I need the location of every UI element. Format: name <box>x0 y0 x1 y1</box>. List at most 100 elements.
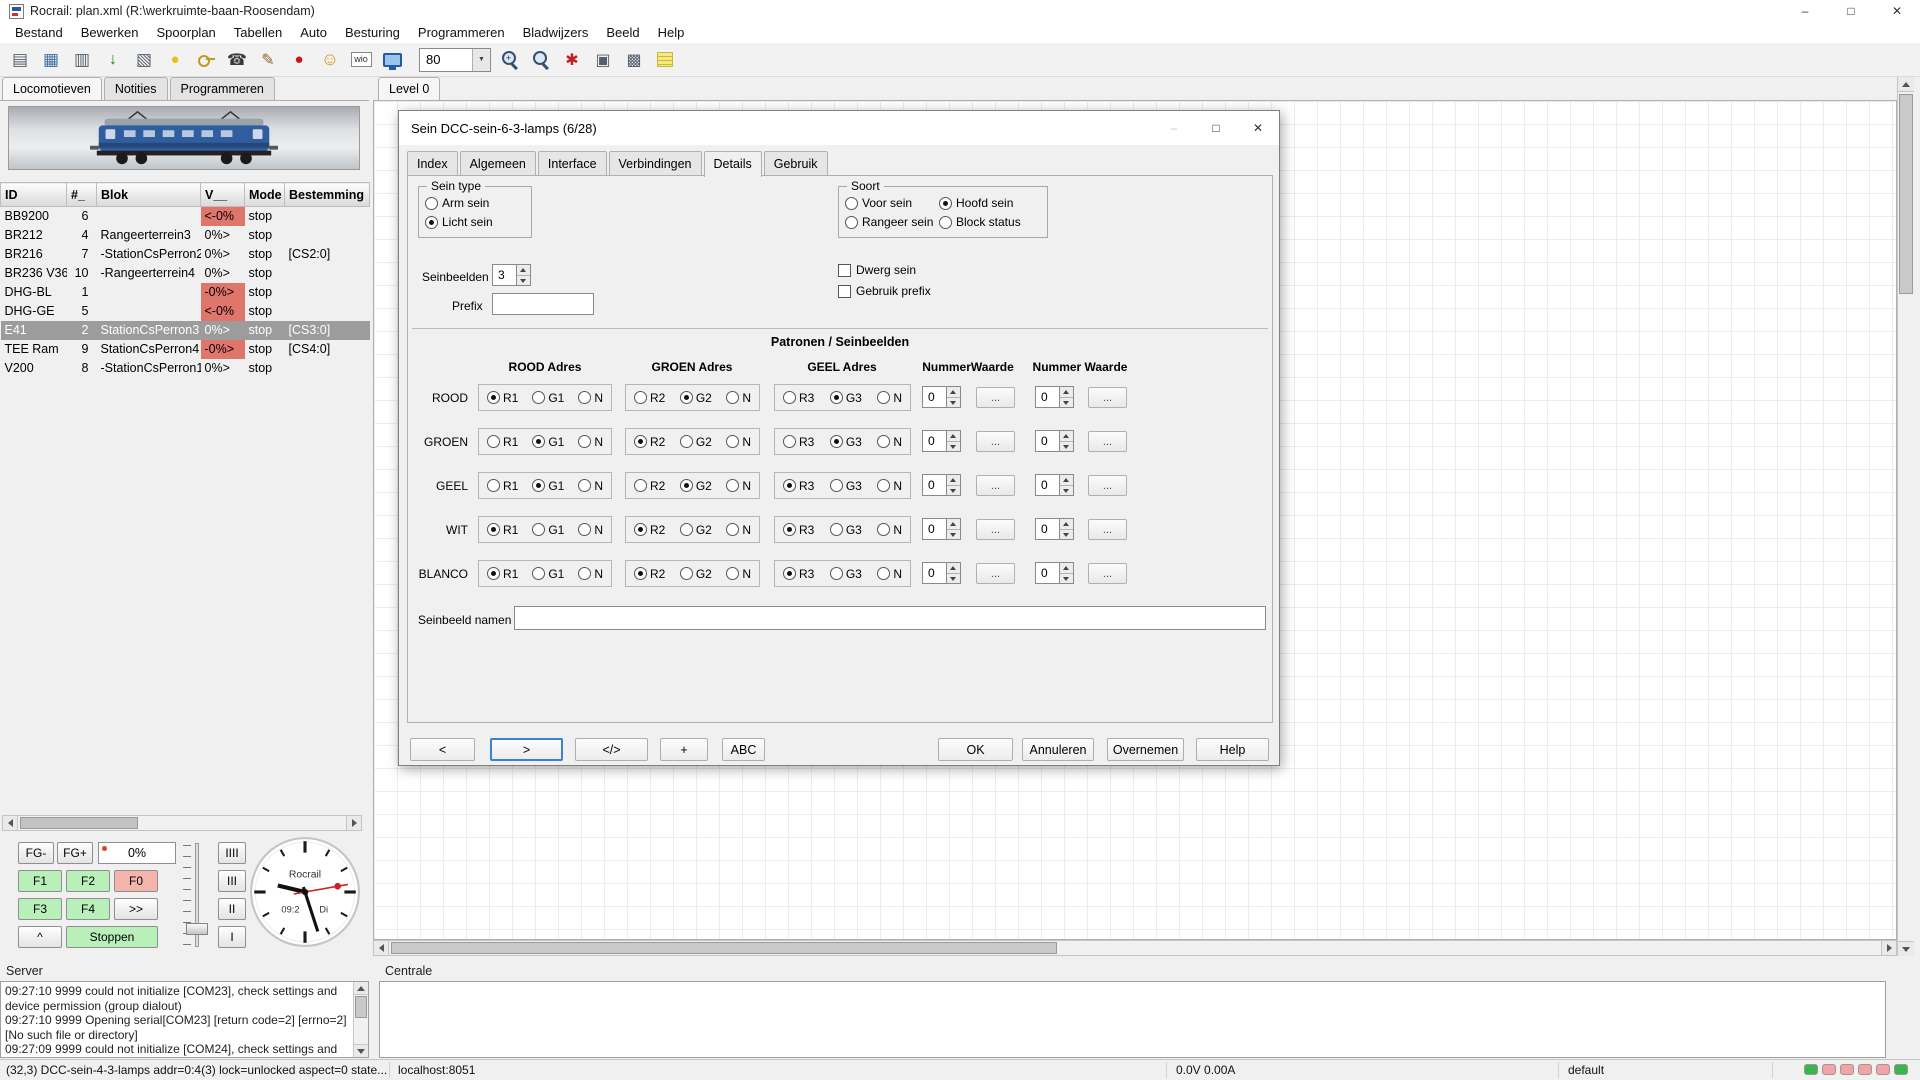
minimize-icon[interactable]: – <box>1782 0 1828 22</box>
radio-geel-r3[interactable]: R3 <box>783 479 814 493</box>
spin-down-icon[interactable] <box>947 573 960 584</box>
radio-voor-sein[interactable]: Voor sein <box>845 195 937 211</box>
dialog-tab-details[interactable]: Details <box>704 151 762 177</box>
dialog-tab-verbindingen[interactable]: Verbindingen <box>609 151 702 176</box>
loco-row-br216[interactable]: BR2167-StationCsPerron20%>stop[CS2:0] <box>1 245 370 264</box>
spin-down-icon[interactable] <box>947 397 960 408</box>
spin-up-icon[interactable] <box>947 387 960 397</box>
toolbar-phone-icon[interactable]: ☎ <box>225 48 249 72</box>
more-button-1[interactable]: ... <box>976 475 1015 496</box>
prefix-input[interactable] <box>492 293 594 315</box>
radio-block-status[interactable]: Block status <box>939 214 1047 230</box>
scroll-right-icon[interactable] <box>346 816 361 830</box>
nummerwaarde-spinner-2[interactable]: 0 <box>1035 562 1074 584</box>
spin-down-icon[interactable] <box>947 441 960 452</box>
throttle-fg-button[interactable]: FG+ <box>57 842 93 864</box>
menu-item-bewerken[interactable]: Bewerken <box>72 23 148 42</box>
spin-up-icon[interactable] <box>1060 519 1073 529</box>
scroll-left-icon[interactable] <box>3 816 18 830</box>
menu-item-beeld[interactable]: Beeld <box>597 23 648 42</box>
radio-rood-g2[interactable]: G2 <box>680 391 712 405</box>
spin-down-icon[interactable] <box>1060 485 1073 496</box>
tab-locomotieven[interactable]: Locomotieven <box>2 77 102 100</box>
seinbeelden-spinner[interactable]: 3 <box>492 264 531 286</box>
radio-blanco-n[interactable]: N <box>726 567 751 581</box>
radio-geel-n[interactable]: N <box>578 479 603 493</box>
more-button-1[interactable]: ... <box>976 387 1015 408</box>
toolbar-plan-icon[interactable]: ▦ <box>39 48 63 72</box>
speed-step-i-button[interactable]: I <box>218 926 246 948</box>
dialog-overnemen-button[interactable]: Overnemen <box>1107 738 1184 761</box>
toolbar-layout-icon[interactable]: ▣ <box>591 48 615 72</box>
toolbar-automode-icon[interactable]: ☺ <box>318 48 342 72</box>
scroll-up-icon[interactable] <box>354 982 368 995</box>
toolbar-debug-icon[interactable]: ✱ <box>560 48 584 72</box>
vscroll-thumb[interactable] <box>1899 94 1913 294</box>
seinbeeld-namen-input[interactable] <box>514 606 1266 630</box>
spin-up-icon[interactable] <box>947 475 960 485</box>
radio-geel-g1[interactable]: G1 <box>532 479 564 493</box>
menu-item-auto[interactable]: Auto <box>291 23 336 42</box>
canvas-hscrollbar[interactable] <box>373 940 1897 956</box>
column-header-item[interactable]: #_ <box>67 183 97 207</box>
toolbar-zoom-100-icon[interactable] <box>529 48 553 72</box>
radio-geel-g2[interactable]: G2 <box>680 479 712 493</box>
tab-notities[interactable]: Notities <box>104 77 168 100</box>
dialog-tab-interface[interactable]: Interface <box>538 151 607 176</box>
spin-up-icon[interactable] <box>1060 387 1073 397</box>
speed-step-iii-button[interactable]: III <box>218 870 246 892</box>
toolbar-power-icon[interactable]: ● <box>163 48 187 72</box>
loco-panel-hscrollbar[interactable] <box>2 815 362 831</box>
scroll-up-icon[interactable] <box>1898 77 1914 92</box>
dialog-plus-button[interactable]: + <box>660 738 708 761</box>
radio-blanco-r3[interactable]: R3 <box>783 567 814 581</box>
nummerwaarde-spinner-1[interactable]: 0 <box>922 430 961 452</box>
spin-down-icon[interactable] <box>1060 441 1073 452</box>
slider-handle[interactable] <box>186 923 208 935</box>
vscroll-thumb[interactable] <box>355 996 367 1018</box>
dialog-next-button[interactable]: > <box>490 738 563 761</box>
speed-step-ii-button[interactable]: II <box>218 898 246 920</box>
radio-rood-n[interactable]: N <box>578 391 603 405</box>
nummerwaarde-spinner-2[interactable]: 0 <box>1035 386 1074 408</box>
nummerwaarde-spinner-1[interactable]: 0 <box>922 474 961 496</box>
toolbar-key-icon[interactable] <box>194 48 218 72</box>
radio-rood-g3[interactable]: G3 <box>830 391 862 405</box>
radio-wit-r2[interactable]: R2 <box>634 523 665 537</box>
radio-groen-n[interactable]: N <box>726 435 751 449</box>
nummerwaarde-spinner-1[interactable]: 0 <box>922 518 961 540</box>
radio-rood-r1[interactable]: R1 <box>487 391 518 405</box>
radio-wit-n[interactable]: N <box>726 523 751 537</box>
radio-licht-sein[interactable]: Licht sein <box>425 214 531 230</box>
spin-down-icon[interactable] <box>947 529 960 540</box>
toolbar-export-icon[interactable]: ▧ <box>132 48 156 72</box>
spin-down-icon[interactable] <box>517 275 530 286</box>
radio-groen-g1[interactable]: G1 <box>532 435 564 449</box>
radio-blanco-n[interactable]: N <box>877 567 902 581</box>
column-header-bestemming[interactable]: Bestemming <box>285 183 370 207</box>
throttle-fg-button[interactable]: FG- <box>18 842 54 864</box>
loco-row-bb9200[interactable]: BB92006<-0%stop <box>1 207 370 226</box>
radio-groen-r1[interactable]: R1 <box>487 435 518 449</box>
function-f0-button[interactable]: F0 <box>114 870 158 892</box>
toolbar-notes-icon[interactable] <box>653 48 677 72</box>
radio-blanco-r1[interactable]: R1 <box>487 567 518 581</box>
tab-programmeren[interactable]: Programmeren <box>170 77 275 100</box>
more-button-2[interactable]: ... <box>1088 431 1127 452</box>
dialog-close-icon[interactable]: ✕ <box>1237 111 1279 144</box>
menu-item-bladwijzers[interactable]: Bladwijzers <box>514 23 598 42</box>
radio-arm-sein[interactable]: Arm sein <box>425 195 531 211</box>
radio-wit-r3[interactable]: R3 <box>783 523 814 537</box>
more-button-2[interactable]: ... <box>1088 475 1127 496</box>
more-button-2[interactable]: ... <box>1088 519 1127 540</box>
dialog-prev-button[interactable]: < <box>410 738 475 761</box>
function-f4-button[interactable]: F4 <box>66 898 110 920</box>
toolbar-zoom-in-icon[interactable] <box>498 48 522 72</box>
radio-groen-g3[interactable]: G3 <box>830 435 862 449</box>
dialog-maximize-icon[interactable]: □ <box>1195 111 1237 144</box>
radio-blanco-n[interactable]: N <box>578 567 603 581</box>
function-f1-button[interactable]: F1 <box>18 870 62 892</box>
toolbar-save-icon[interactable]: ↓ <box>101 48 125 72</box>
function-f3-button[interactable]: F3 <box>18 898 62 920</box>
radio-groen-n[interactable]: N <box>877 435 902 449</box>
